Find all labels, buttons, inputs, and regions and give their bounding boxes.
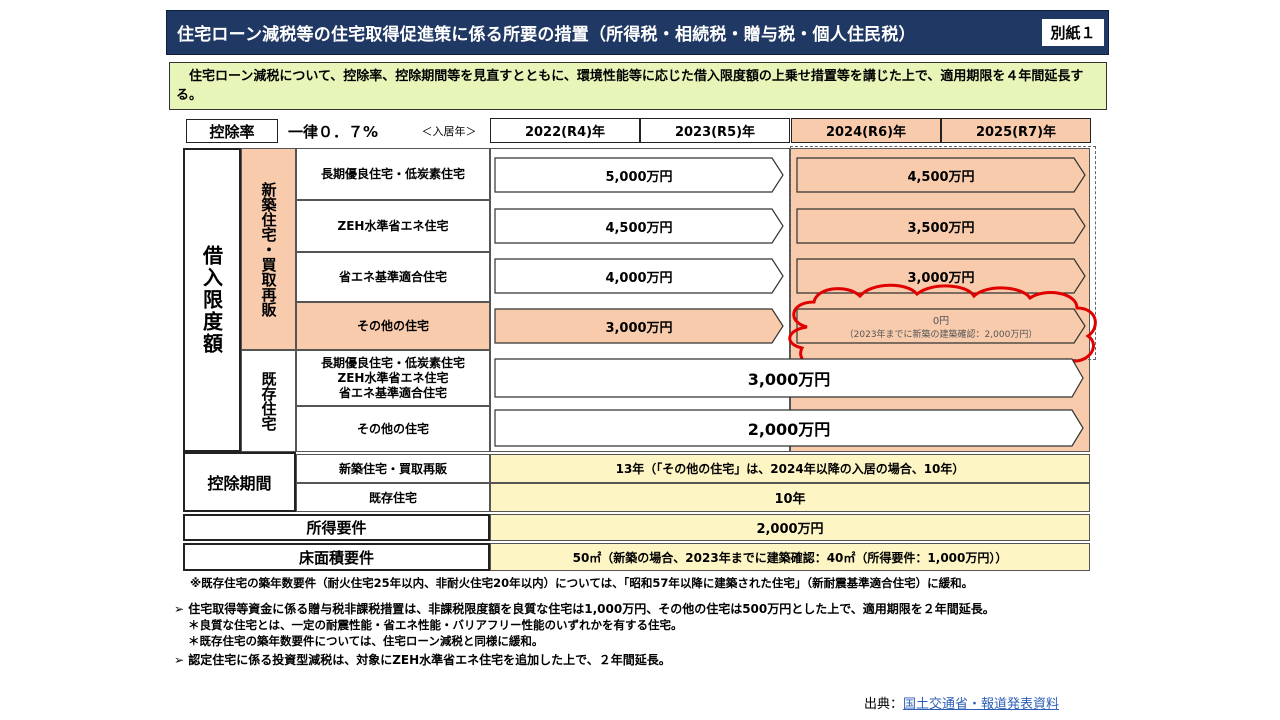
sub-note: ＊良質な住宅とは、一定の耐震性能・省エネ性能・バリアフリー性能のいずれかを有する… xyxy=(188,618,683,632)
arrow-value: 4,500万円 xyxy=(605,220,673,236)
row-label-long-term-quality: 長期優良住宅・低炭素住宅 xyxy=(296,148,490,200)
page-title: 住宅ローン減税等の住宅取得促進策に係る所要の措置（所得税・相続税・贈与税・個人住… xyxy=(177,25,916,45)
arrow-value: 5,000万円 xyxy=(605,169,673,185)
row-label-line: ZEH水準省エネ住宅 xyxy=(337,370,449,385)
period-sub-new: 新築住宅・買取再販 xyxy=(296,454,490,483)
period-value-existing: 10年 xyxy=(490,483,1090,512)
row-label-line: 長期優良住宅・低炭素住宅 xyxy=(320,355,465,370)
row-label-zeh: ZEH水準省エネ住宅 xyxy=(296,200,490,252)
deduction-rate-value: 一律０．７% xyxy=(288,122,379,141)
arrow-value: 2,000万円 xyxy=(747,420,831,439)
arrow-value: 3,000万円 xyxy=(747,370,831,389)
deduction-period-label: 控除期間 xyxy=(183,452,296,512)
title-bar: 住宅ローン減税等の住宅取得促進策に係る所要の措置（所得税・相続税・贈与税・個人住… xyxy=(166,10,1109,55)
row-label-existing-certified: 長期優良住宅・低炭素住宅 ZEH水準省エネ住宅 省エネ基準適合住宅 xyxy=(296,350,490,406)
source-label: 出典： xyxy=(864,697,904,712)
year-header-2025: 2025(R7)年 xyxy=(941,118,1091,143)
row-label-energy-standard: 省エネ基準適合住宅 xyxy=(296,252,490,302)
period-value-new: 13年（「その他の住宅」は、2024年以降の入居の場合、10年） xyxy=(490,454,1090,483)
deduction-rate-label: 控除率 xyxy=(186,119,278,143)
row-label-line: 省エネ基準適合住宅 xyxy=(338,385,447,400)
bullet-note: ➢ 住宅取得等資金に係る贈与税非課税措置は、非課税限度額を良質な住宅は1,000… xyxy=(174,602,995,616)
new-housing-group-label: 新築住宅・買取再販 xyxy=(241,148,296,350)
source-link[interactable]: 国土交通省・報道発表資料 xyxy=(903,697,1059,712)
income-requirement-value: 2,000万円 xyxy=(490,514,1090,541)
arrow-value: 4,000万円 xyxy=(605,270,673,286)
floor-area-requirement-value: 50㎡（新築の場合、2023年までに建築確認：40㎡（所得要件：1,000万円）… xyxy=(490,543,1090,571)
year-header-2024: 2024(R6)年 xyxy=(791,118,941,143)
year-header-2023: 2023(R5)年 xyxy=(640,118,790,143)
sub-note: ＊既存住宅の築年数要件については、住宅ローン減税と同様に緩和。 xyxy=(188,634,544,648)
summary-box: 住宅ローン減税について、控除率、控除期間等を見直すとともに、環境性能等に応じた借… xyxy=(169,62,1107,110)
existing-housing-group-label: 既存住宅 xyxy=(241,350,296,452)
value-arrow: 4,000万円 xyxy=(494,258,784,294)
move-in-year-label: ＜入居年＞ xyxy=(421,125,477,138)
attachment-badge: 別紙１ xyxy=(1042,19,1104,46)
floor-area-requirement-label: 床面積要件 xyxy=(183,543,490,571)
income-requirement-label: 所得要件 xyxy=(183,514,490,541)
value-arrow: 4,500万円 xyxy=(494,208,784,244)
bullet-note: ➢ 認定住宅に係る投資型減税は、対象にZEH水準省エネ住宅を追加した上で、２年間… xyxy=(174,653,671,667)
values-area-early xyxy=(490,148,790,452)
row-label-existing-other: その他の住宅 xyxy=(296,406,490,452)
value-arrow: 5,000万円 xyxy=(494,157,784,193)
source-citation: 出典：国土交通省・報道発表資料 xyxy=(864,693,1059,712)
loan-cap-label: 借入限度額 xyxy=(183,148,241,452)
value-arrow-wide: 2,000万円 xyxy=(494,409,1084,447)
value-arrow: 3,000万円 xyxy=(494,308,784,344)
value-arrow-wide: 3,000万円 xyxy=(494,358,1084,398)
row-label-other: その他の住宅 xyxy=(296,302,490,350)
year-header-2022: 2022(R4)年 xyxy=(490,118,640,143)
period-sub-existing: 既存住宅 xyxy=(296,483,490,512)
arrow-value: 3,000万円 xyxy=(605,320,673,336)
footnote: ※既存住宅の築年数要件（耐火住宅25年以内、非耐火住宅20年以内）については、「… xyxy=(190,576,974,590)
